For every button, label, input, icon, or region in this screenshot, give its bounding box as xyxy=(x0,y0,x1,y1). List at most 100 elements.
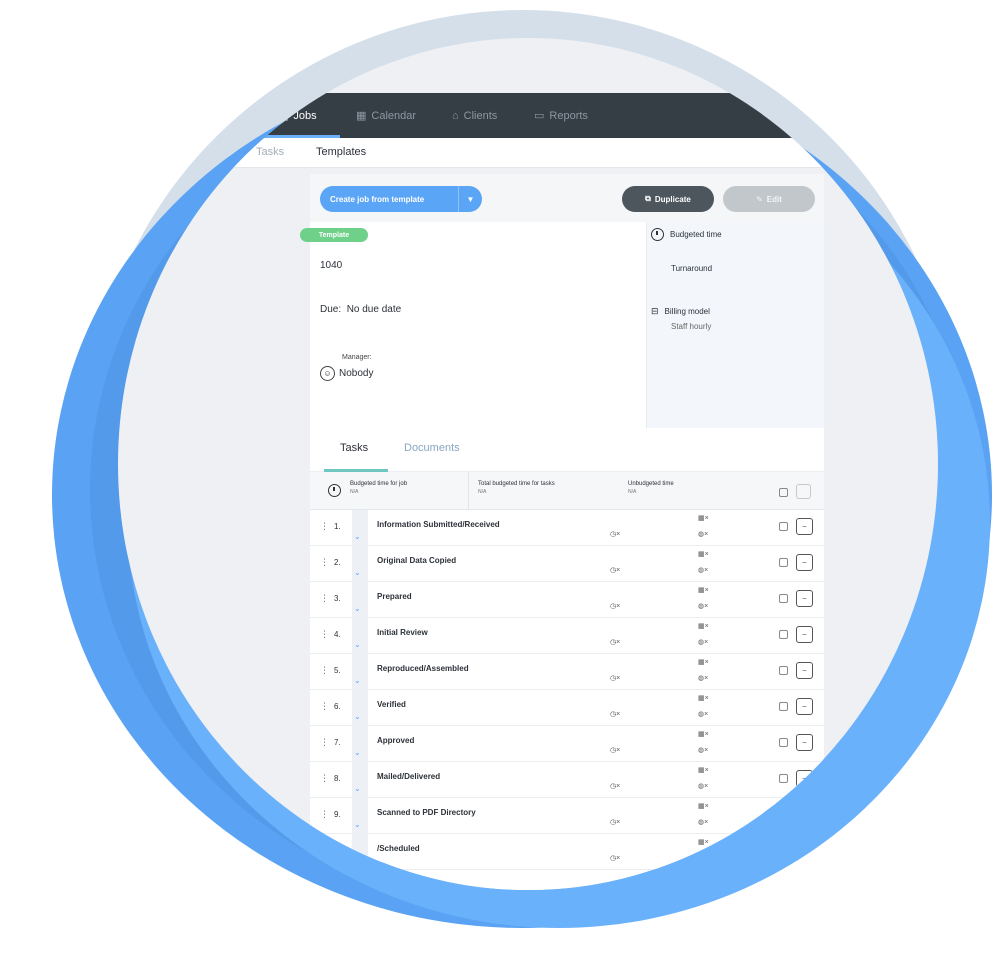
assignee-icon[interactable]: ◍× xyxy=(698,530,708,538)
subnav-templates[interactable]: Templates xyxy=(316,146,366,158)
task-row[interactable]: ⋮ 2. ⌄ Original Data Copied ◷× ▦× ◍× – xyxy=(310,546,824,582)
task-checkbox[interactable] xyxy=(779,810,788,819)
task-row[interactable]: ⋮ 4. ⌄ Initial Review ◷× ▦× ◍× – xyxy=(310,618,824,654)
task-name[interactable]: Initial Review xyxy=(377,628,428,637)
task-row[interactable]: ⋮ 7. ⌄ Approved ◷× ▦× ◍× – xyxy=(310,726,824,762)
task-row[interactable]: ⋮ 1. ⌄ Information Submitted/Received ◷× ▦× ◍×… xyxy=(310,510,824,546)
drag-handle-icon[interactable]: ⋮ xyxy=(320,593,329,604)
nav-item-jobs[interactable]: ▣ Jobs xyxy=(278,93,317,138)
task-name[interactable]: Scanned to PDF Directory xyxy=(377,808,476,817)
task-checkbox[interactable] xyxy=(779,630,788,639)
task-action-button[interactable]: – xyxy=(796,518,813,535)
task-checkbox[interactable] xyxy=(779,738,788,747)
task-row[interactable]: ⋮ 3. ⌄ Prepared ◷× ▦× ◍× – xyxy=(310,582,824,618)
task-action-button[interactable]: – xyxy=(796,770,813,787)
nav-item-calendar[interactable]: ▦ Calendar xyxy=(356,93,416,138)
assignee-icon[interactable]: ◍× xyxy=(698,710,708,718)
assignee-icon[interactable]: ◍× xyxy=(698,854,708,862)
calendar-icon[interactable]: ▦× xyxy=(698,658,709,666)
timer-icon[interactable]: ◷× xyxy=(610,530,620,538)
timer-icon[interactable]: ◷× xyxy=(610,710,620,718)
task-name[interactable]: /Scheduled xyxy=(377,844,420,853)
timer-icon[interactable]: ◷× xyxy=(610,782,620,790)
task-action-button[interactable]: – xyxy=(796,698,813,715)
task-checkbox[interactable] xyxy=(779,666,788,675)
chevron-down-icon[interactable]: ⌄ xyxy=(354,640,361,649)
task-row[interactable]: ⋮ 8. ⌄ Mailed/Delivered ◷× ▦× ◍× – xyxy=(310,762,824,798)
chevron-down-icon[interactable]: ⌄ xyxy=(354,784,361,793)
task-row[interactable]: ⋮ 9. ⌄ Scanned to PDF Directory ◷× ▦× ◍× – xyxy=(310,798,824,834)
chevron-down-icon[interactable]: ⌄ xyxy=(354,568,361,577)
chevron-down-icon[interactable]: ⌄ xyxy=(354,676,361,685)
drag-handle-icon[interactable]: ⋮ xyxy=(320,557,329,568)
tab-tasks[interactable]: Tasks xyxy=(340,442,368,454)
timer-icon[interactable]: ◷× xyxy=(610,746,620,754)
chevron-down-icon[interactable]: ⌄ xyxy=(354,604,361,613)
timer-icon[interactable]: ◷× xyxy=(610,818,620,826)
task-name[interactable]: Original Data Copied xyxy=(377,556,456,565)
drag-handle-icon[interactable]: ⋮ xyxy=(320,773,329,784)
calendar-icon[interactable]: ▦× xyxy=(698,586,709,594)
timer-icon[interactable]: ◷× xyxy=(610,638,620,646)
drag-handle-icon[interactable]: ⋮ xyxy=(320,737,329,748)
duplicate-button[interactable]: ⧉ Duplicate xyxy=(622,186,714,212)
task-checkbox[interactable] xyxy=(779,558,788,567)
calendar-icon[interactable]: ▦× xyxy=(698,622,709,630)
assignee-icon[interactable]: ◍× xyxy=(698,746,708,754)
task-checkbox[interactable] xyxy=(779,594,788,603)
task-checkbox[interactable] xyxy=(779,702,788,711)
assignee-icon[interactable]: ◍× xyxy=(698,638,708,646)
task-row[interactable]: ⋮ 5. ⌄ Reproduced/Assembled ◷× ▦× ◍× – xyxy=(310,654,824,690)
calendar-icon[interactable]: ▦× xyxy=(698,730,709,738)
task-action-button[interactable]: – xyxy=(796,734,813,751)
calendar-icon[interactable]: ▦× xyxy=(698,514,709,522)
task-name[interactable]: Mailed/Delivered xyxy=(377,772,440,781)
assignee-icon[interactable]: ◍× xyxy=(698,674,708,682)
task-action-button[interactable]: – xyxy=(796,842,813,859)
task-row[interactable]: ⋮ 10. ⌄ /Scheduled ◷× ▦× ◍× – xyxy=(310,834,824,870)
drag-handle-icon[interactable]: ⋮ xyxy=(320,809,329,820)
task-name[interactable]: Approved xyxy=(377,736,414,745)
task-checkbox[interactable] xyxy=(779,774,788,783)
calendar-icon[interactable]: ▦× xyxy=(698,838,709,846)
timer-icon[interactable]: ◷× xyxy=(610,674,620,682)
drag-handle-icon[interactable]: ⋮ xyxy=(320,701,329,712)
chevron-down-icon[interactable]: ⌄ xyxy=(354,856,361,865)
task-name[interactable]: Prepared xyxy=(377,592,412,601)
assignee-icon[interactable]: ◍× xyxy=(698,818,708,826)
timer-icon[interactable]: ◷× xyxy=(610,854,620,862)
drag-handle-icon[interactable]: ⋮ xyxy=(320,665,329,676)
nav-item-reports[interactable]: ▭ Reports xyxy=(534,93,588,138)
manager-value[interactable]: ☺ Nobody xyxy=(320,366,373,381)
task-action-button[interactable]: – xyxy=(796,806,813,823)
task-checkbox[interactable] xyxy=(779,522,788,531)
drag-handle-icon[interactable]: ⋮ xyxy=(320,845,329,856)
edit-button[interactable]: ✎ Edit xyxy=(723,186,815,212)
nav-item-clients[interactable]: ⌂ Clients xyxy=(452,93,497,138)
task-name[interactable]: Reproduced/Assembled xyxy=(377,664,469,673)
chevron-down-icon[interactable]: ⌄ xyxy=(354,532,361,541)
subnav-tasks[interactable]: Tasks xyxy=(256,146,284,158)
chevron-down-icon[interactable]: ⌄ xyxy=(354,748,361,757)
calendar-icon[interactable]: ▦× xyxy=(698,802,709,810)
timer-icon[interactable]: ◷× xyxy=(610,602,620,610)
drag-handle-icon[interactable]: ⋮ xyxy=(320,629,329,640)
assignee-icon[interactable]: ◍× xyxy=(698,782,708,790)
bulk-action-button[interactable] xyxy=(796,484,811,499)
calendar-icon[interactable]: ▦× xyxy=(698,694,709,702)
assignee-icon[interactable]: ◍× xyxy=(698,602,708,610)
task-action-button[interactable]: – xyxy=(796,590,813,607)
task-name[interactable]: Verified xyxy=(377,700,406,709)
chevron-down-icon[interactable]: ▼ xyxy=(458,186,482,212)
task-action-button[interactable]: – xyxy=(796,554,813,571)
chevron-down-icon[interactable]: ⌄ xyxy=(354,820,361,829)
task-action-button[interactable]: – xyxy=(796,662,813,679)
create-job-from-template-button[interactable]: Create job from template ▼ xyxy=(320,186,482,212)
task-action-button[interactable]: – xyxy=(796,626,813,643)
task-name[interactable]: Information Submitted/Received xyxy=(377,520,500,529)
drag-handle-icon[interactable]: ⋮ xyxy=(320,521,329,532)
select-all-checkbox[interactable] xyxy=(779,488,788,497)
task-checkbox[interactable] xyxy=(779,846,788,855)
calendar-icon[interactable]: ▦× xyxy=(698,766,709,774)
timer-icon[interactable]: ◷× xyxy=(610,566,620,574)
